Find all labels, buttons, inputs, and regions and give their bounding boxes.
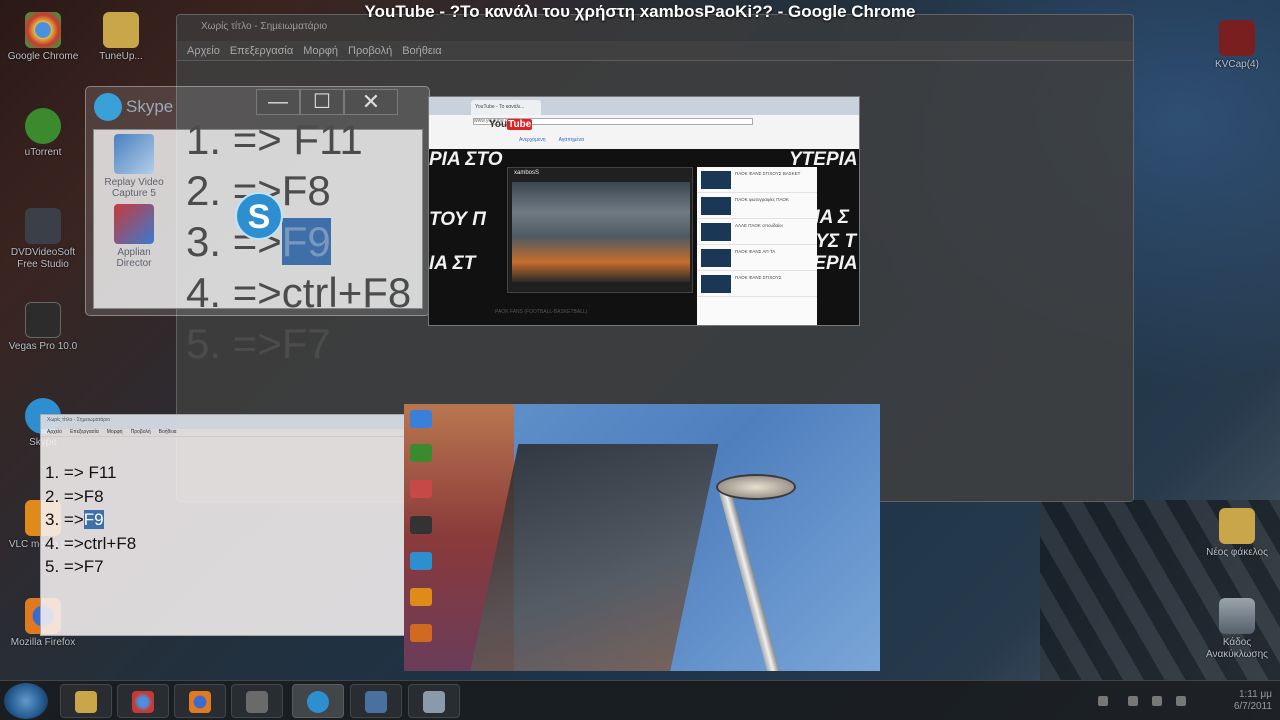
youtube-nav: Ανερχόμενη Αγαπημένα: [519, 137, 584, 143]
notepad-small-window[interactable]: Χωρίς τίτλο - Σημειωματάριο Αρχείο Επεξε…: [40, 414, 408, 636]
network-icon: [365, 691, 387, 713]
space-needle-top: [716, 474, 796, 500]
notepad-small-menubar: Αρχείο Επεξεργασία Μορφή Προβολή Βοήθεια: [41, 429, 407, 437]
skype-icon: [410, 552, 432, 570]
vlc-icon: [410, 588, 432, 606]
app-icon: [410, 480, 432, 498]
explorer-icon: [75, 691, 97, 713]
notepad-small-title: Χωρίς τίτλο - Σημειωματάριο: [41, 415, 407, 429]
desktop-icon-kvcap[interactable]: KVCap(4): [1196, 20, 1278, 71]
youtube-browser-preview[interactable]: YouTube - Το κανάλι... www.youtube.com/ …: [428, 96, 860, 326]
menu-help[interactable]: Βοήθεια: [402, 41, 441, 60]
taskbar-skype[interactable]: [292, 684, 344, 718]
skype-title: Skype: [126, 97, 174, 116]
taskbar: 1:11 μμ 6/7/2011: [0, 680, 1280, 720]
step-1: 1. => F11: [45, 463, 117, 482]
step-1: 1. => F11: [186, 116, 363, 163]
skype-icon: S: [235, 192, 283, 240]
desktop-icon-recycle-bin[interactable]: Κάδος Ανακύκλωσης: [1196, 598, 1278, 661]
firefox-icon: [410, 624, 432, 642]
app-applian-director[interactable]: Applian Director: [102, 204, 166, 269]
shortcut-list: 1. => F11 2. =>F8 3. =>F9 4. =>ctrl+F8 5…: [45, 461, 136, 579]
youtube-logo: YouTube: [489, 119, 533, 130]
minimize-button[interactable]: —: [256, 89, 300, 115]
menu-edit[interactable]: Επεξεργασία: [230, 41, 293, 60]
step-3: 3. =>F9: [45, 510, 104, 529]
video-row[interactable]: ΠΑΟΚ ΦΑΝΣ ΣΤΙΧΟΥΣ ΒΑΣΚΕΤ: [697, 167, 817, 193]
start-button[interactable]: [4, 683, 48, 719]
skype-icon: [307, 691, 329, 713]
step-4: 4. =>ctrl+F8: [45, 533, 137, 553]
close-button[interactable]: ✕: [344, 89, 398, 115]
menu-file[interactable]: Αρχείο: [187, 41, 220, 60]
maximize-button[interactable]: ☐: [300, 89, 344, 115]
folder-icon: [1219, 508, 1255, 544]
desktop-icon-dvdvideosoft[interactable]: DVDVideoSoft Free Studio: [2, 208, 84, 271]
menu-view[interactable]: Προβολή: [348, 41, 392, 60]
desktop-icon-new-folder[interactable]: Νέος φάκελος: [1196, 508, 1278, 559]
video-frame[interactable]: [512, 182, 690, 282]
replay-video-icon: [114, 134, 154, 174]
applian-director-icon: [114, 204, 154, 244]
recycle-bin-icon: [1219, 598, 1255, 634]
browser-tab[interactable]: YouTube - Το κανάλι...: [471, 100, 541, 115]
step-3: 3. =>F9: [186, 218, 331, 265]
highlighted-key: F9: [281, 218, 331, 265]
arrow-up-icon[interactable]: [1098, 696, 1108, 706]
utorrent-icon: [410, 444, 432, 462]
taskbar-media-player[interactable]: [231, 684, 283, 718]
vegas-icon: [25, 302, 61, 338]
taskbar-chrome[interactable]: [117, 684, 169, 718]
dvdvideosoft-icon: [25, 208, 61, 244]
desktop-preview: [404, 404, 880, 671]
step-5: 5. =>F7: [45, 557, 104, 576]
step-4: 4. =>ctrl+F8: [186, 269, 412, 316]
desktop-icon-vegas[interactable]: Vegas Pro 10.0: [2, 302, 84, 353]
volume-icon[interactable]: [1176, 696, 1186, 706]
skype-icon: [94, 93, 122, 121]
notepad-menubar: Αρχείο Επεξεργασία Μορφή Προβολή Βοήθεια: [177, 41, 1133, 61]
taskbar-network[interactable]: [350, 684, 402, 718]
related-videos: ΠΑΟΚ ΦΑΝΣ ΣΤΙΧΟΥΣ ΒΑΣΚΕΤ ΠΑΟΚ φωτογραφίε…: [697, 167, 817, 325]
taskbar-firefox[interactable]: [174, 684, 226, 718]
chrome-icon: [132, 691, 154, 713]
app-replay-video-capture[interactable]: Replay Video Capture 5: [102, 134, 166, 199]
highlighted-key: F9: [83, 510, 104, 529]
shortcut-list-large: 1. => F11 2. =>F8 3. =>F9 4. =>ctrl+F8 5…: [186, 114, 411, 369]
step-5: 5. =>F7: [186, 320, 331, 367]
taskbar-explorer[interactable]: [60, 684, 112, 718]
video-player[interactable]: xambosS: [507, 167, 693, 293]
taskbar-notepad[interactable]: [408, 684, 460, 718]
video-row[interactable]: ΑΛΛΕ ΠΑΟΚ σπουδαίοι: [697, 219, 817, 245]
step-2: 2. =>F8: [45, 486, 104, 506]
chrome-icon: [410, 410, 432, 428]
flag-icon[interactable]: [1152, 696, 1162, 706]
network-tray-icon[interactable]: [1128, 696, 1138, 706]
video-row[interactable]: ΠΑΟΚ ΦΑΝΣ ΑΠ ΤΑ: [697, 245, 817, 271]
channel-name: xambosS: [514, 170, 540, 176]
video-row[interactable]: ΠΑΟΚ ΦΑΝΣ ΣΤΙΧΟΥΣ: [697, 271, 817, 297]
vegas-icon: [410, 516, 432, 534]
system-tray: 1:11 μμ 6/7/2011: [1092, 687, 1272, 715]
window-title: YouTube - ?Το κανάλι του χρήστη xambosPa…: [364, 2, 916, 21]
video-row[interactable]: ΠΑΟΚ φωτογραφίες ΠΑΟΚ: [697, 193, 817, 219]
browser-tabstrip: YouTube - Το κανάλι...: [429, 97, 859, 115]
firefox-icon: [189, 691, 211, 713]
clock[interactable]: 1:11 μμ 6/7/2011: [1234, 689, 1272, 713]
media-player-icon: [246, 691, 268, 713]
desktop-icon-utorrent[interactable]: uTorrent: [2, 108, 84, 159]
notepad-icon: [423, 691, 445, 713]
step-2: 2. =>F8: [186, 167, 331, 214]
utorrent-icon: [25, 108, 61, 144]
channel-footer: PAOK FANS (FOOTBALL-BASKETBALL): [495, 309, 588, 315]
menu-format[interactable]: Μορφή: [303, 41, 338, 60]
